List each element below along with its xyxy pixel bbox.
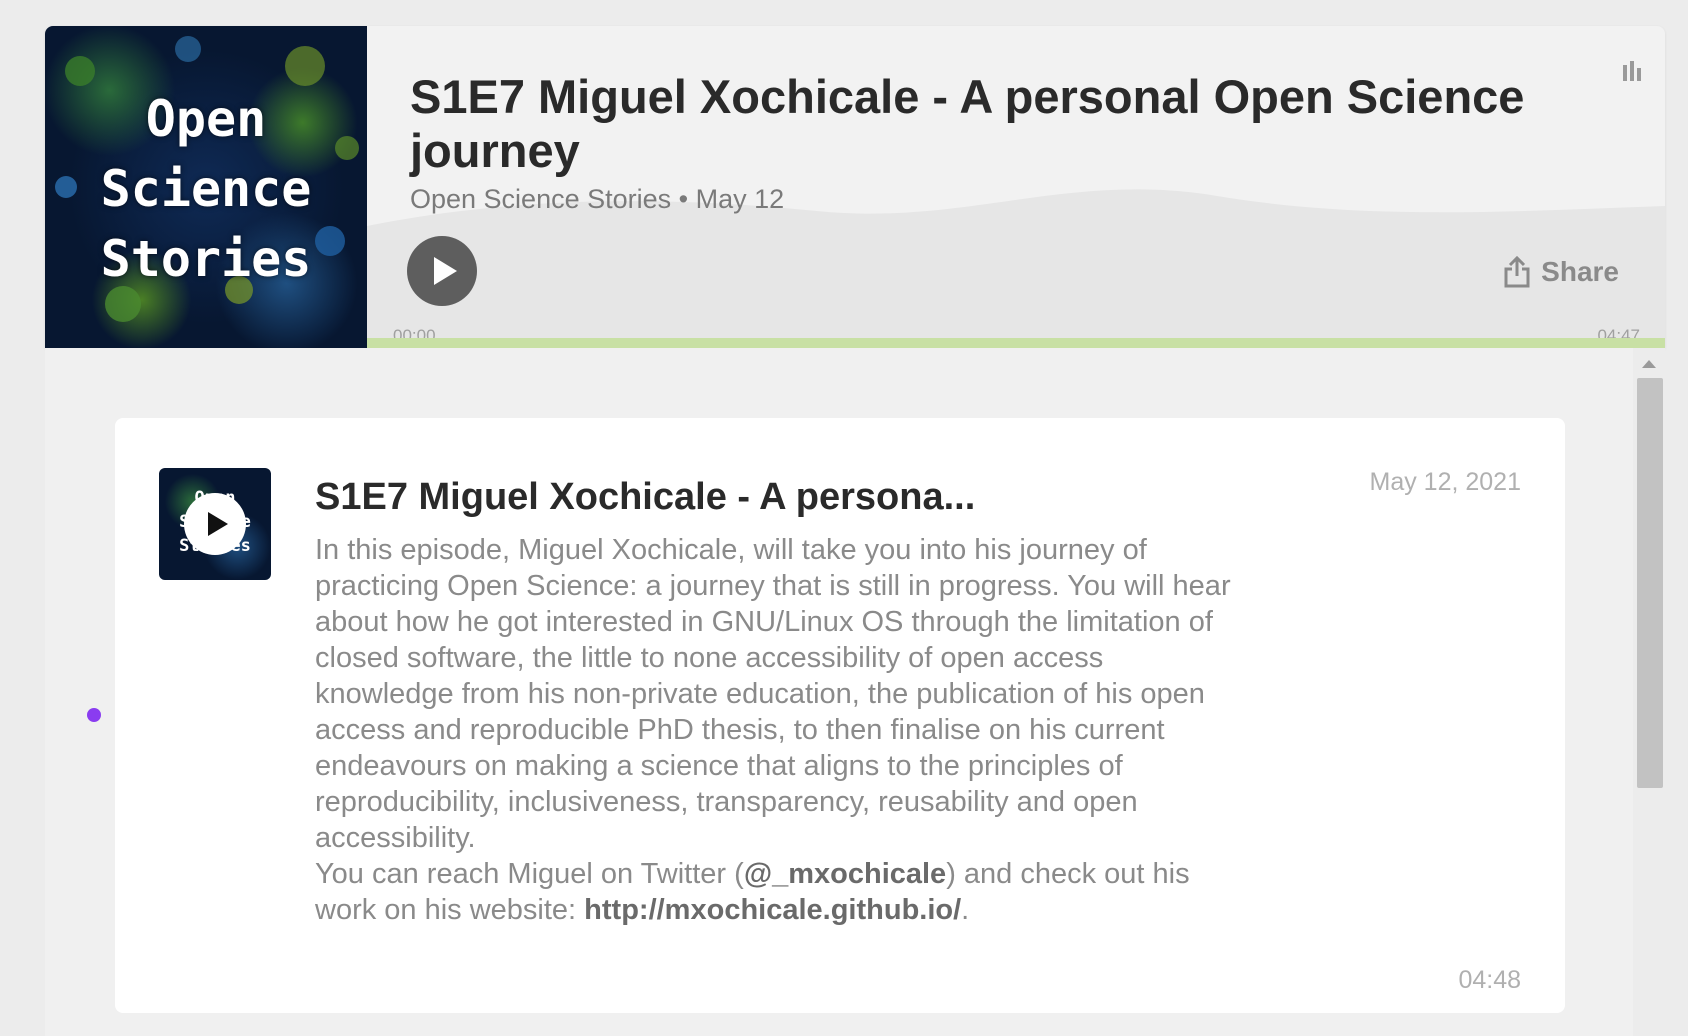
episode-thumbnail: Open Science Stories xyxy=(159,468,271,580)
episode-card-date: May 12, 2021 xyxy=(1369,468,1522,496)
website-link[interactable]: http://mxochicale.github.io/ xyxy=(584,894,961,926)
play-icon xyxy=(434,257,457,285)
play-icon xyxy=(208,512,228,536)
show-name[interactable]: Open Science Stories xyxy=(410,184,671,214)
meta-separator: • xyxy=(678,184,689,214)
episode-play-button[interactable] xyxy=(184,493,246,555)
share-label: Share xyxy=(1541,256,1619,287)
episode-list: Open Science Stories S1E7 Miguel Xochica… xyxy=(45,348,1665,1036)
share-icon xyxy=(1504,256,1530,288)
cover-title: Open Science Stories xyxy=(100,90,312,288)
episode-meta: Open Science Stories • May 12 xyxy=(410,184,784,215)
scrollbar[interactable] xyxy=(1633,348,1665,1036)
cover-art: Open Science Stories xyxy=(45,26,367,348)
episode-card[interactable]: Open Science Stories S1E7 Miguel Xochica… xyxy=(115,418,1565,1013)
play-button[interactable] xyxy=(407,236,477,306)
scroll-up-arrow[interactable] xyxy=(1642,360,1656,368)
podcast-player: Open Science Stories S1E7 Miguel Xochica… xyxy=(45,26,1665,348)
share-button[interactable]: Share xyxy=(1503,256,1619,288)
twitter-link[interactable]: @_mxochicale xyxy=(744,858,946,890)
progress-bar[interactable] xyxy=(367,338,1665,348)
publish-date: May 12 xyxy=(695,184,785,214)
episode-description: In this episode, Miguel Xochicale, will … xyxy=(315,534,1231,926)
episode-card-title[interactable]: S1E7 Miguel Xochicale - A persona... xyxy=(315,476,975,519)
episode-title: S1E7 Miguel Xochicale - A personal Open … xyxy=(410,70,1525,177)
episode-duration: 04:48 xyxy=(1458,966,1521,994)
stats-icon[interactable] xyxy=(1621,60,1643,82)
cursor-dot xyxy=(87,708,101,722)
scroll-thumb[interactable] xyxy=(1637,378,1663,788)
